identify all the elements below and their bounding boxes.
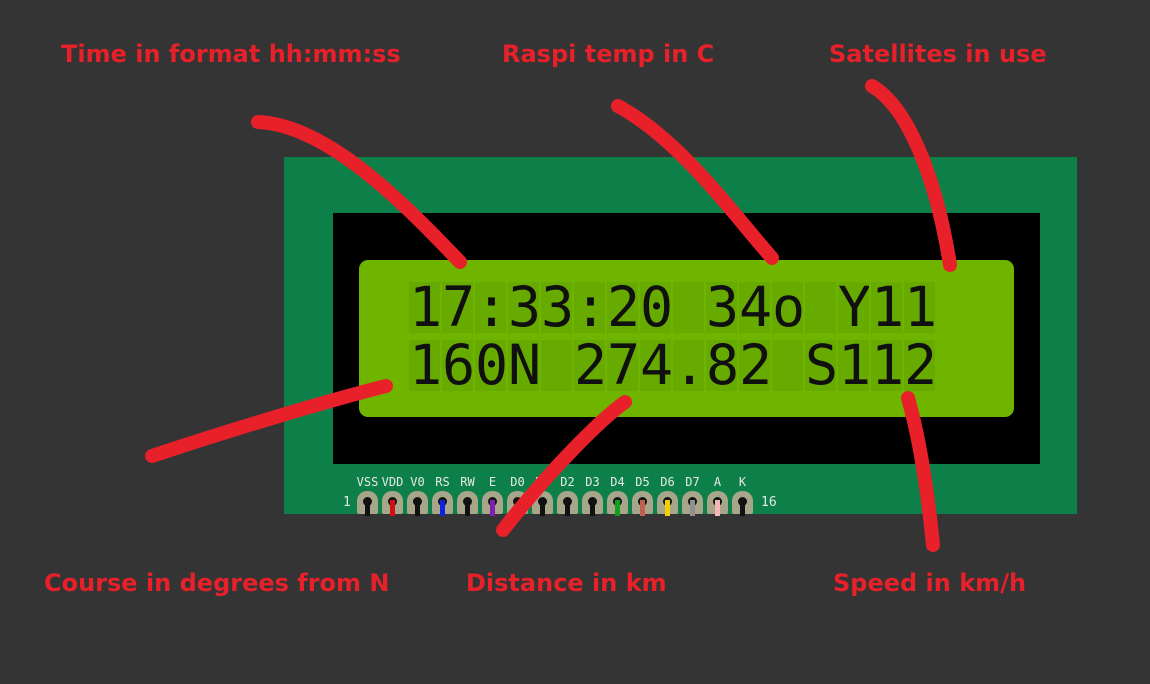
annotation-temp: Raspi temp in C — [502, 40, 715, 68]
annotation-course: Course in degrees from N — [44, 569, 390, 597]
arrow-temp — [611, 99, 779, 265]
annotation-distance: Distance in km — [466, 569, 667, 597]
arrow-speed — [901, 391, 940, 552]
arrow-distance — [496, 395, 632, 537]
annotation-speed: Speed in km/h — [833, 569, 1027, 597]
arrow-time — [251, 115, 467, 269]
annotation-time: Time in format hh:mm:ss — [61, 40, 401, 68]
arrow-satellites — [865, 79, 957, 272]
annotation-satellites: Satellites in use — [829, 40, 1047, 68]
arrow-course — [145, 379, 393, 463]
